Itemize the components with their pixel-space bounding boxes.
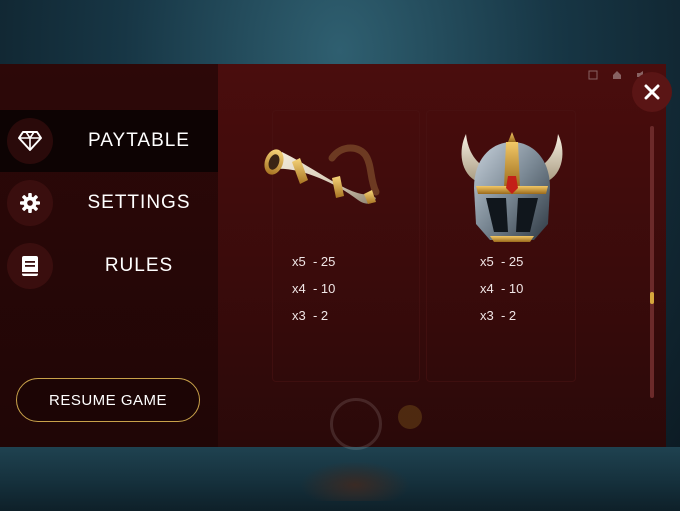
payout-row: x5 - 25 bbox=[292, 248, 335, 275]
payout-row: x4 - 10 bbox=[292, 275, 335, 302]
payout-value: - 2 bbox=[312, 308, 329, 323]
spin-button-ghost bbox=[330, 398, 382, 450]
gear-icon bbox=[7, 180, 53, 226]
payout-count: x5 bbox=[480, 254, 494, 269]
scrollbar-track[interactable] bbox=[650, 126, 654, 398]
payout-count: x4 bbox=[480, 281, 494, 296]
payout-row: x4 - 10 bbox=[480, 275, 523, 302]
close-icon bbox=[644, 84, 660, 100]
menu-item-rules[interactable]: RULES bbox=[0, 235, 218, 297]
menu-label: SETTINGS bbox=[87, 192, 191, 213]
coin-ghost bbox=[398, 405, 422, 429]
background-ship bbox=[300, 461, 410, 501]
viking-helmet-icon bbox=[456, 128, 568, 249]
payout-count: x3 bbox=[480, 308, 494, 323]
close-button[interactable] bbox=[632, 72, 672, 112]
payout-value: - 10 bbox=[312, 281, 336, 296]
payout-value: - 25 bbox=[500, 254, 524, 269]
diamond-icon bbox=[7, 118, 53, 164]
payout-count: x5 bbox=[292, 254, 306, 269]
payout-row: x5 - 25 bbox=[480, 248, 523, 275]
payout-value: - 2 bbox=[500, 308, 517, 323]
horn-icon bbox=[262, 140, 384, 235]
menu-label: RULES bbox=[104, 255, 174, 276]
menu-item-paytable[interactable]: PAYTABLE bbox=[0, 110, 218, 172]
payout-row: x3 - 2 bbox=[292, 302, 335, 329]
home-icon bbox=[613, 71, 621, 79]
scrollbar-thumb[interactable] bbox=[650, 292, 654, 304]
payout-value: - 10 bbox=[500, 281, 524, 296]
payout-value: - 25 bbox=[312, 254, 336, 269]
menu-item-settings[interactable]: SETTINGS bbox=[0, 172, 218, 234]
payout-list-horn: x5 - 25 x4 - 10 x3 - 2 bbox=[292, 248, 335, 329]
payout-row: x3 - 2 bbox=[480, 302, 523, 329]
payout-list-helmet: x5 - 25 x4 - 10 x3 - 2 bbox=[480, 248, 523, 329]
menu-label: PAYTABLE bbox=[88, 130, 190, 151]
resume-game-button[interactable]: RESUME GAME bbox=[16, 378, 200, 422]
fullscreen-icon bbox=[588, 70, 598, 80]
payout-count: x4 bbox=[292, 281, 306, 296]
book-icon bbox=[7, 243, 53, 289]
payout-count: x3 bbox=[292, 308, 306, 323]
